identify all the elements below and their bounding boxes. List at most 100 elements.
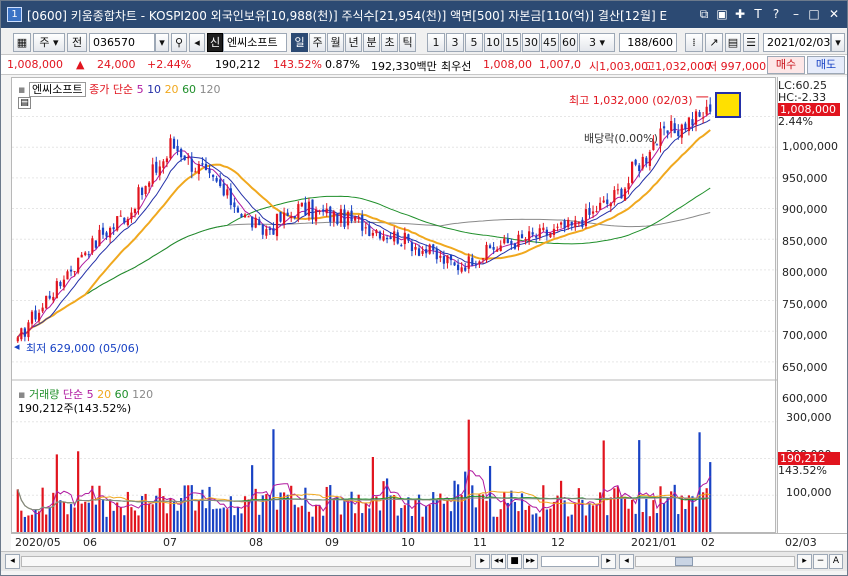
price-axis-label: 700,000 xyxy=(782,329,828,342)
buy-button[interactable]: 매수 xyxy=(767,56,805,74)
scroll-track[interactable] xyxy=(21,556,471,567)
period-button-2[interactable]: 월 xyxy=(327,33,344,52)
volume-bar xyxy=(528,505,531,532)
volume-bar xyxy=(98,485,101,532)
volume-bar xyxy=(158,488,161,532)
date-axis-label: 2020/05 xyxy=(15,536,61,549)
table-toggle-icon[interactable]: ▤ xyxy=(18,97,31,109)
candle-body xyxy=(457,264,460,271)
volume-bar xyxy=(403,505,406,532)
data-count-field[interactable]: 188/600 xyxy=(619,33,677,52)
open-price: 시1,003,00 xyxy=(589,60,649,73)
candle-body xyxy=(503,238,506,244)
candle-body xyxy=(109,227,112,238)
minus-icon[interactable]: − xyxy=(813,554,828,569)
candle-body xyxy=(471,257,474,266)
play-icon[interactable]: ▸ xyxy=(475,554,490,569)
stock-code-input[interactable]: 036570 xyxy=(89,33,155,52)
candle-body xyxy=(694,111,698,125)
chart-scrollbar[interactable]: ◂ ▸ ◂◂ ■ ▸▸ ▸ ◂ ▸ − A xyxy=(1,551,847,571)
layout-icon[interactable]: ▦ xyxy=(13,33,31,52)
volume-bar xyxy=(275,509,279,532)
tool-icon[interactable]: ↗ xyxy=(705,33,723,52)
period-button-5[interactable]: 초 xyxy=(381,33,398,52)
period-button-4[interactable]: 분 xyxy=(363,33,380,52)
candle-body xyxy=(204,163,208,170)
zoom-slider[interactable] xyxy=(541,556,599,567)
volume-bar xyxy=(204,508,208,532)
change-arrow: ▲ xyxy=(76,58,85,71)
help-icon[interactable]: ? xyxy=(769,7,783,21)
candle-body xyxy=(382,236,385,241)
quote-bar: 1,008,000 ▲ 24,000 +2.44% 190,212 143.52… xyxy=(1,55,847,75)
volume-bar xyxy=(705,488,708,532)
candle-body xyxy=(478,261,481,264)
date-axis-label: 02 xyxy=(701,536,715,549)
interval-button-5[interactable]: 30 xyxy=(522,33,540,52)
candle-body xyxy=(538,228,541,238)
candle-body xyxy=(556,226,559,228)
stop-icon[interactable]: ■ xyxy=(507,554,522,569)
price-axis[interactable]: LC:60.25 HC:-2.33 1,008,000 2.44% 1,000,… xyxy=(777,77,847,533)
candle-body xyxy=(453,262,456,266)
period-button-3[interactable]: 년 xyxy=(345,33,362,52)
scroll-right-icon[interactable]: ▸ xyxy=(601,554,616,569)
scroll-left-icon[interactable]: ◂ xyxy=(5,554,20,569)
period-button-6[interactable]: 틱 xyxy=(399,33,416,52)
candle-body xyxy=(645,157,648,164)
zoom-in-icon[interactable]: ▸ xyxy=(797,554,812,569)
volume-bar xyxy=(297,507,300,532)
forward-icon[interactable]: ▸▸ xyxy=(523,554,538,569)
code-dropdown-icon[interactable]: ▾ xyxy=(155,33,169,52)
volume-bar xyxy=(116,502,119,532)
period-type-select[interactable]: 주 ▾ xyxy=(33,33,65,52)
interval-button-7[interactable]: 60 xyxy=(560,33,578,52)
period-button-1[interactable]: 주 xyxy=(309,33,326,52)
minimize-icon[interactable]: – xyxy=(789,7,803,21)
interval-button-1[interactable]: 3 xyxy=(446,33,464,52)
rewind-icon[interactable]: ◂◂ xyxy=(491,554,506,569)
interval-button-2[interactable]: 5 xyxy=(465,33,483,52)
chart-canvas[interactable] xyxy=(12,78,777,534)
candle-body xyxy=(343,209,346,227)
speaker-icon[interactable]: ◂ xyxy=(189,33,205,52)
indicator-icon[interactable]: ⁞ xyxy=(685,33,703,52)
candle-body xyxy=(623,188,627,201)
interval-button-3[interactable]: 10 xyxy=(484,33,502,52)
print-icon[interactable]: ☰ xyxy=(743,33,759,52)
chart-settings-icon[interactable]: A xyxy=(829,554,843,569)
volume-bar xyxy=(176,510,179,532)
volume-bar xyxy=(435,500,438,532)
period-button-0[interactable]: 일 xyxy=(291,33,308,52)
stock-name-field[interactable]: 엔씨소프트 xyxy=(223,33,287,52)
candle-body xyxy=(41,307,44,312)
zoom-out-icon[interactable]: ◂ xyxy=(619,554,634,569)
candle-body xyxy=(691,119,694,126)
interval-button-4[interactable]: 15 xyxy=(503,33,521,52)
current-price-marker[interactable] xyxy=(715,92,741,118)
close-icon[interactable]: ✕ xyxy=(827,7,841,21)
volume-bar xyxy=(201,489,204,532)
interval-button-6[interactable]: 45 xyxy=(541,33,559,52)
interval-select[interactable]: 3 ▾ xyxy=(579,33,615,52)
sell-button[interactable]: 매도 xyxy=(807,56,845,74)
volume-bar xyxy=(194,510,197,532)
sync-icon[interactable]: ▣ xyxy=(715,7,729,21)
date-picker-icon[interactable]: ▾ xyxy=(831,33,845,52)
candle-body xyxy=(389,237,392,240)
pin-icon[interactable]: ✚ xyxy=(733,7,747,21)
volume-bar xyxy=(563,500,566,532)
range-thumb[interactable] xyxy=(675,557,693,566)
prev-button[interactable]: 전 xyxy=(67,33,87,52)
legend-stock-name[interactable]: 엔씨소프트 xyxy=(28,82,86,97)
maximize-icon[interactable]: □ xyxy=(807,7,821,21)
link-icon[interactable]: ⧉ xyxy=(697,7,711,21)
dividend-annotation: 배당락(0.00%) xyxy=(584,132,658,145)
range-track[interactable] xyxy=(635,556,795,567)
save-icon[interactable]: ▤ xyxy=(725,33,741,52)
date-field[interactable]: 2021/02/03 xyxy=(763,33,831,52)
interval-button-0[interactable]: 1 xyxy=(427,33,445,52)
search-icon[interactable]: ⚲ xyxy=(171,33,187,52)
font-size-icon[interactable]: T xyxy=(751,7,765,21)
chart-plot-area[interactable]: ▪ 엔씨소프트 종가 단순 5 10 20 60 120 ▤ 최고 1,032,… xyxy=(11,77,777,534)
